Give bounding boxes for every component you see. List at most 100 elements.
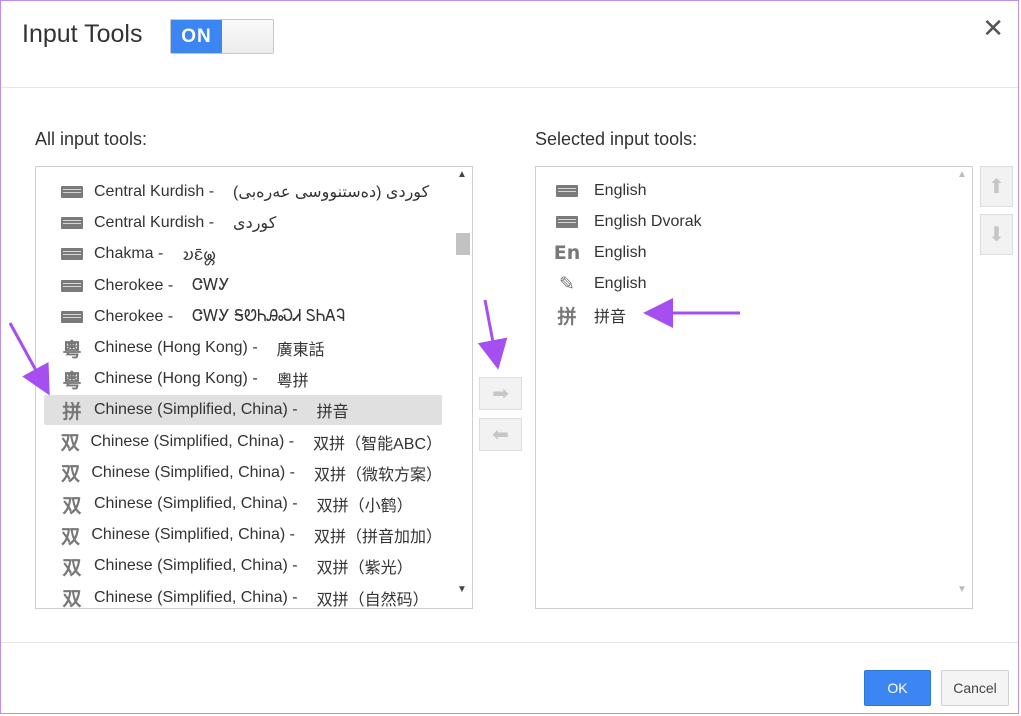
pencil-icon: ✎: [559, 273, 575, 295]
list-item[interactable]: 双 Chinese (Simplified, China) - 双拼（微软方案）: [44, 458, 442, 488]
list-item-name: Chinese (Simplified, China) -: [91, 526, 295, 544]
close-icon[interactable]: ✕: [982, 15, 1004, 41]
keyboard-icon: [548, 216, 586, 228]
pinyin-icon: 拼: [557, 305, 577, 328]
remove-from-selected-button[interactable]: ⬅: [479, 418, 522, 451]
list-item[interactable]: Central Kurdish - کوردی (دەستنووسی عەرەبی…: [44, 177, 442, 207]
list-item-native-name: 粵拼: [276, 373, 309, 391]
list-item-name: Chinese (Simplified, China) -: [90, 432, 295, 450]
list-item-name: English: [594, 244, 647, 261]
arrow-down-icon: ⬇: [988, 224, 1005, 246]
move-down-button[interactable]: ⬇: [980, 214, 1013, 255]
list-item-native-name: 拼音: [316, 404, 349, 422]
scroll-down-icon[interactable]: ▼: [952, 584, 972, 606]
list-item[interactable]: 粵 Chinese (Hong Kong) - 粵拼: [44, 364, 442, 394]
transliteration-icon: En: [553, 242, 581, 264]
scroll-up-icon[interactable]: ▲: [452, 169, 472, 191]
selected-list-item[interactable]: 拼拼音: [544, 300, 944, 330]
list-item-native-name: کوردی (دەستنووسی عەرەبی): [233, 184, 430, 201]
list-item-native-name: 𑄌𑄋𑄴𑄟𑄳𑄦: [182, 246, 217, 264]
list-item[interactable]: 双 Chinese (Simplified, China) - 双拼（小鹤）: [44, 489, 442, 519]
list-item-native-name: 双拼（紫光）: [316, 560, 413, 578]
selected-list-item[interactable]: English: [544, 176, 944, 206]
arrow-left-icon: ⬅: [492, 424, 509, 446]
list-item-name: Chinese (Simplified, China) -: [94, 588, 298, 606]
scrollbar[interactable]: ▲ ▼: [952, 167, 972, 608]
list-item[interactable]: 粵 Chinese (Hong Kong) - 廣東話: [44, 333, 442, 363]
list-item[interactable]: Chakma - 𑄌𑄋𑄴𑄟𑄳𑄦: [44, 239, 442, 269]
list-item-name: Chinese (Simplified, China) -: [94, 495, 298, 512]
input-tools-toggle[interactable]: ON: [170, 19, 274, 54]
ok-button[interactable]: OK: [864, 670, 931, 706]
list-item-name: Chinese (Simplified, China) -: [91, 463, 295, 481]
list-item-name: English Dvorak: [594, 213, 702, 230]
list-item-name: Cherokee -: [94, 276, 174, 294]
list-item-name: Central Kurdish -: [94, 183, 215, 200]
toggle-knob: [222, 20, 273, 53]
list-item-native-name: 双拼（小鹤）: [316, 498, 413, 515]
list-item-name: English: [594, 275, 647, 292]
list-item-native-name: کوردی: [233, 215, 277, 233]
keyboard-icon: [52, 310, 92, 323]
toggle-on-label: ON: [171, 20, 222, 53]
list-item[interactable]: 双 Chinese (Simplified, China) - 双拼（自然码）: [44, 583, 442, 609]
list-item-native-name: 双拼（拼音加加）: [313, 529, 442, 547]
selected-input-tools-list[interactable]: English English Dvorak En English ✎ English 拼拼…: [535, 166, 973, 609]
dialog-title: Input Tools: [22, 20, 143, 48]
list-item-native-name: 双拼（智能ABC）: [313, 435, 442, 453]
list-item-name: Chinese (Hong Kong) -: [94, 370, 258, 388]
keyboard-icon: [52, 217, 92, 230]
list-item[interactable]: Central Kurdish - کوردی: [44, 208, 442, 238]
selected-list-item[interactable]: ✎ English: [544, 269, 944, 299]
keyboard-icon: [548, 185, 586, 197]
keyboard-icon: [52, 248, 92, 261]
selected-list-item[interactable]: English Dvorak: [544, 207, 944, 237]
yue-icon: 粵: [62, 338, 82, 361]
yue-icon: 粵: [62, 369, 82, 392]
shuangpin-icon: 双: [62, 556, 82, 579]
add-to-selected-button[interactable]: ➡: [479, 377, 522, 410]
scrollbar[interactable]: ▲ ▼: [452, 167, 472, 608]
cancel-button[interactable]: Cancel: [941, 670, 1009, 706]
keyboard-icon: [52, 186, 92, 198]
list-item-name: Chinese (Simplified, China) -: [94, 401, 298, 419]
dialog-footer: [1, 642, 1018, 643]
shuangpin-icon: 双: [60, 432, 80, 455]
list-item-name: Cherokee -: [94, 307, 174, 325]
selected-list-item[interactable]: En English: [544, 238, 944, 268]
list-item-name: English: [594, 182, 647, 199]
dialog-header: Input Tools ON ✕: [1, 1, 1018, 88]
scroll-up-icon[interactable]: ▲: [952, 169, 972, 191]
list-item-name: Chakma -: [94, 245, 164, 263]
input-tools-dialog: Input Tools ON ✕ All input tools: Select…: [0, 0, 1019, 714]
list-item-name: 拼音: [594, 309, 627, 326]
list-item[interactable]: 双 Chinese (Simplified, China) - 双拼（智能ABC）: [44, 427, 442, 457]
arrow-up-icon: ⬆: [988, 176, 1005, 198]
list-item[interactable]: Cherokee - ᏣᎳᎩ: [44, 271, 442, 301]
scrollbar-thumb[interactable]: [456, 233, 470, 255]
list-item[interactable]: 拼 Chinese (Simplified, China) - 拼音: [44, 395, 442, 426]
keyboard-icon: [52, 279, 92, 292]
list-item-name: Chinese (Hong Kong) -: [94, 339, 258, 356]
list-item-name: Chinese (Simplified, China) -: [94, 557, 298, 575]
list-item-native-name: 双拼（微软方案）: [313, 466, 442, 484]
shuangpin-icon: 双: [62, 494, 82, 517]
move-up-button[interactable]: ⬆: [980, 166, 1013, 207]
shuangpin-icon: 双: [61, 463, 81, 486]
shuangpin-icon: 双: [62, 588, 82, 609]
scroll-down-icon[interactable]: ▼: [452, 584, 472, 606]
list-item-native-name: 双拼（自然码）: [316, 591, 429, 609]
arrow-right-icon: ➡: [492, 383, 509, 405]
pinyin-icon: 拼: [62, 400, 82, 423]
list-item-native-name: ᏣᎳᎩ ᎦᏬᏂᎯᏍᏗ ᏚᏂᎪᎸ: [192, 307, 346, 325]
shuangpin-icon: 双: [61, 525, 81, 548]
list-item-native-name: ᏣᎳᎩ: [192, 276, 230, 294]
list-item-name: Central Kurdish -: [94, 214, 215, 232]
all-input-tools-list[interactable]: Central Kurdish - کوردی (دەستنووسی عەرەبی…: [35, 166, 473, 609]
list-item[interactable]: 双 Chinese (Simplified, China) - 双拼（紫光）: [44, 551, 442, 581]
list-item[interactable]: 双 Chinese (Simplified, China) - 双拼（拼音加加）: [44, 520, 442, 550]
list-item-native-name: 廣東話: [276, 342, 325, 359]
selected-input-tools-label: Selected input tools:: [535, 129, 698, 149]
all-input-tools-label: All input tools:: [35, 129, 148, 149]
list-item[interactable]: Cherokee - ᏣᎳᎩ ᎦᏬᏂᎯᏍᏗ ᏚᏂᎪᎸ: [44, 302, 442, 332]
